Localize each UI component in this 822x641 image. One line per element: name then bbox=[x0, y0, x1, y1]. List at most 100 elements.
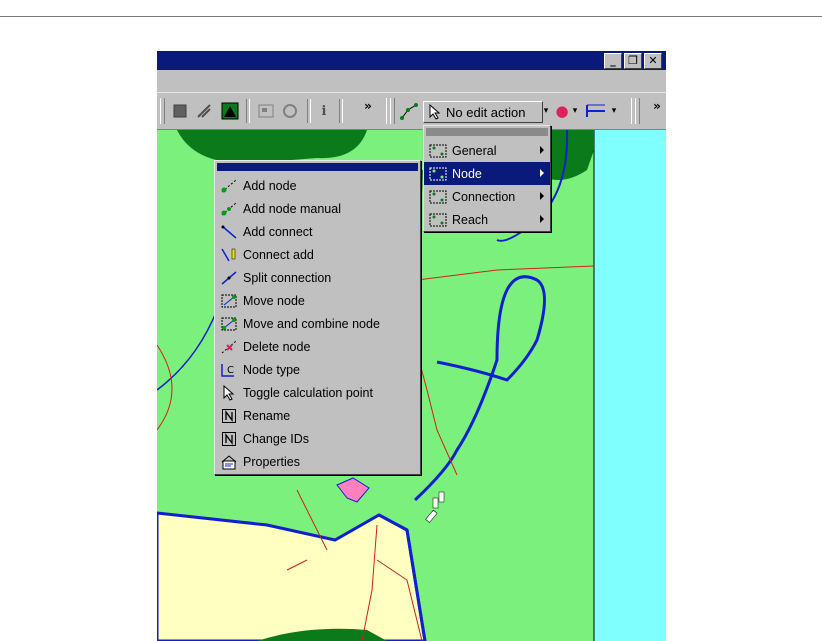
menu-item-label: Change IDs bbox=[243, 431, 310, 446]
menu-drag-bar[interactable] bbox=[426, 128, 548, 136]
menu-item-move-node[interactable]: Move node bbox=[215, 289, 420, 312]
zoom-window-button[interactable] bbox=[257, 102, 275, 120]
menu-item-delete-node[interactable]: Delete node bbox=[215, 335, 420, 358]
toolbar-overflow-button[interactable]: » bbox=[362, 97, 374, 115]
menu-item-reach[interactable]: Reach bbox=[424, 208, 550, 231]
toolbar-overflow-button-right[interactable]: » bbox=[651, 97, 663, 115]
menu-item-properties[interactable]: Properties bbox=[215, 450, 420, 473]
menu-item-label: Node type bbox=[243, 362, 300, 377]
toolbar-separator bbox=[339, 99, 343, 123]
menu-item-rename[interactable]: Rename bbox=[215, 404, 420, 427]
measure-icon bbox=[197, 104, 211, 118]
menu-item-general[interactable]: General bbox=[424, 139, 550, 162]
menu-item-label: Reach bbox=[452, 212, 489, 227]
menu-item-label: Connect add bbox=[243, 247, 314, 262]
menu-item-label: Move node bbox=[243, 293, 305, 308]
submenu-arrow-icon bbox=[540, 215, 544, 223]
menu-item-label: Split connection bbox=[243, 270, 332, 285]
urban-area bbox=[157, 511, 427, 641]
pointer-icon bbox=[219, 384, 239, 402]
page-top-rule bbox=[0, 16, 822, 17]
select-area-icon bbox=[173, 104, 187, 118]
minimize-button[interactable]: _ bbox=[604, 53, 622, 69]
network-edit-button[interactable] bbox=[399, 102, 419, 120]
menu-item-label: Delete node bbox=[243, 339, 311, 354]
close-button[interactable]: ✕ bbox=[644, 53, 662, 69]
menu-item-add-node[interactable]: Add node bbox=[215, 174, 420, 197]
menu-item-add-connect[interactable]: Add connect bbox=[215, 220, 420, 243]
node-action-menu: Add node Add node manual Add connect Con… bbox=[214, 160, 421, 475]
network-icon bbox=[428, 165, 448, 183]
node-type-icon: C bbox=[219, 361, 239, 379]
menu-item-label: Properties bbox=[243, 454, 300, 469]
water-body bbox=[594, 130, 666, 641]
menu-item-connect-add[interactable]: Connect add bbox=[215, 243, 420, 266]
window-controls: _ ❐ ✕ bbox=[604, 53, 662, 69]
edit-action-button[interactable]: No edit action bbox=[423, 101, 543, 123]
toolbar: i » No edit action ▾ ● ▾ ▾ » bbox=[157, 93, 666, 130]
menu-item-label: Connection bbox=[452, 189, 516, 204]
add-node-icon bbox=[219, 177, 239, 195]
toolbar-grip bbox=[390, 98, 395, 124]
svg-text:C: C bbox=[227, 365, 234, 376]
toolbar-grip bbox=[635, 98, 640, 124]
edit-action-label: No edit action bbox=[446, 104, 526, 120]
menu-item-label: Add node bbox=[243, 178, 297, 193]
node-color-dropdown[interactable]: ▾ bbox=[570, 102, 580, 120]
menu-item-label: Add connect bbox=[243, 224, 313, 239]
rename-icon bbox=[219, 407, 239, 425]
split-connection-icon bbox=[219, 269, 239, 287]
add-node-manual-icon bbox=[219, 200, 239, 218]
toolbar-grip[interactable] bbox=[160, 98, 165, 124]
submenu-arrow-icon bbox=[540, 146, 544, 154]
network-icon bbox=[428, 142, 448, 160]
title-bar: _ ❐ ✕ bbox=[157, 51, 666, 70]
menu-item-label: Node bbox=[452, 166, 482, 181]
delete-node-icon bbox=[219, 338, 239, 356]
map-layer-icon bbox=[221, 102, 239, 120]
network-edit-icon bbox=[400, 103, 418, 120]
menu-item-node-type[interactable]: C Node type bbox=[215, 358, 420, 381]
move-node-icon bbox=[219, 292, 239, 310]
line-style-dropdown[interactable]: ▾ bbox=[609, 102, 619, 120]
move-combine-node-icon bbox=[219, 315, 239, 333]
restore-button[interactable]: ❐ bbox=[624, 53, 642, 69]
measure-button[interactable] bbox=[195, 102, 213, 120]
pointer-icon bbox=[429, 104, 441, 120]
menu-item-node[interactable]: Node bbox=[424, 162, 550, 185]
submenu-arrow-icon bbox=[540, 169, 544, 177]
menu-item-toggle-calculation-point[interactable]: Toggle calculation point bbox=[215, 381, 420, 404]
zoom-window-icon bbox=[258, 104, 274, 118]
menu-item-add-node-manual[interactable]: Add node manual bbox=[215, 197, 420, 220]
menu-item-label: Rename bbox=[243, 408, 291, 423]
refresh-icon bbox=[283, 104, 297, 118]
add-connect-icon bbox=[219, 223, 239, 241]
menu-drag-bar[interactable] bbox=[217, 163, 418, 171]
edit-action-dropdown[interactable]: ▾ bbox=[541, 102, 551, 120]
select-area-button[interactable] bbox=[171, 102, 189, 120]
node-color-button[interactable]: ● bbox=[555, 102, 569, 120]
change-ids-icon bbox=[219, 430, 239, 448]
line-style-icon bbox=[586, 104, 605, 117]
application-window: _ ❐ ✕ i » No edit action ▾ ● ▾ ▾ » Gener… bbox=[157, 51, 666, 641]
menu-item-label: General bbox=[452, 143, 497, 158]
properties-icon bbox=[219, 453, 239, 471]
line-style-button[interactable] bbox=[585, 102, 607, 120]
menu-item-split-connection[interactable]: Split connection bbox=[215, 266, 420, 289]
menu-item-label: Toggle calculation point bbox=[243, 385, 373, 400]
menu-item-move-combine-node[interactable]: Move and combine node bbox=[215, 312, 420, 335]
connect-add-icon bbox=[219, 246, 239, 264]
menu-item-label: Add node manual bbox=[243, 201, 341, 216]
map-layer-button[interactable] bbox=[220, 102, 240, 120]
info-button[interactable]: i bbox=[317, 102, 331, 120]
toolbar-separator bbox=[307, 99, 311, 123]
menu-item-label: Move and combine node bbox=[243, 316, 380, 331]
edit-category-menu: General Node Connection Reach bbox=[423, 125, 551, 232]
submenu-arrow-icon bbox=[540, 192, 544, 200]
refresh-button[interactable] bbox=[281, 102, 299, 120]
menu-item-change-ids[interactable]: Change IDs bbox=[215, 427, 420, 450]
toolbar-separator bbox=[246, 99, 250, 123]
network-icon bbox=[428, 188, 448, 206]
menu-item-connection[interactable]: Connection bbox=[424, 185, 550, 208]
network-icon bbox=[428, 211, 448, 229]
